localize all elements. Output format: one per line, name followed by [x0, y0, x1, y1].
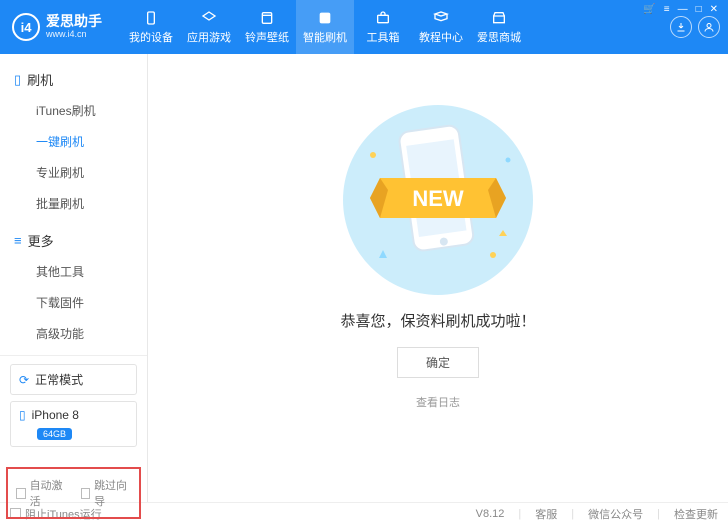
options-highlight: 自动激活 跳过向导 — [6, 467, 141, 519]
auto-activate-checkbox[interactable]: 自动激活 — [16, 477, 67, 509]
ok-button[interactable]: 确定 — [397, 347, 479, 378]
app-logo: i4 爱思助手 www.i4.cn — [12, 13, 102, 41]
view-log-link[interactable]: 查看日志 — [416, 394, 460, 410]
separator: | — [657, 508, 660, 520]
flash-icon — [317, 10, 333, 26]
success-illustration: NEW — [338, 100, 538, 300]
group-title: 刷机 — [27, 70, 53, 89]
download-button[interactable] — [670, 16, 692, 38]
nav-label: 工具箱 — [367, 29, 400, 45]
sidebar-item-firmware[interactable]: 下载固件 — [0, 287, 147, 318]
user-icon — [703, 21, 715, 33]
checkbox-label: 跳过向导 — [94, 477, 131, 509]
storage-badge: 64GB — [37, 428, 72, 440]
checkbox-icon — [16, 488, 26, 499]
logo-badge: i4 — [12, 13, 40, 41]
group-title: 更多 — [28, 231, 54, 250]
checkbox-label: 自动激活 — [30, 477, 67, 509]
refresh-icon: ⟳ — [19, 373, 29, 387]
success-message: 恭喜您，保资料刷机成功啦！ — [340, 310, 535, 331]
nav-my-device[interactable]: 我的设备 — [122, 0, 180, 54]
sidebar-item-oneclick[interactable]: 一键刷机 — [0, 126, 147, 157]
book-icon — [433, 10, 449, 26]
music-icon — [259, 10, 275, 26]
store-icon — [491, 10, 507, 26]
nav-label: 应用游戏 — [187, 29, 231, 45]
device-name: iPhone 8 — [32, 408, 79, 422]
phone-icon — [143, 10, 159, 26]
version-label: V8.12 — [476, 508, 505, 520]
phone-icon: ▯ — [19, 408, 26, 422]
top-nav: 我的设备 应用游戏 铃声壁纸 智能刷机 工具箱 教程中心 爱思商城 — [122, 0, 662, 54]
new-text: NEW — [412, 186, 464, 211]
nav-tutorial[interactable]: 教程中心 — [412, 0, 470, 54]
phone-icon: ▯ — [14, 72, 21, 88]
sidebar: ▯ 刷机 iTunes刷机 一键刷机 专业刷机 批量刷机 ≡ 更多 其他工具 下… — [0, 54, 148, 502]
mode-label: 正常模式 — [35, 371, 83, 388]
device-mode[interactable]: ⟳ 正常模式 — [10, 364, 137, 395]
sidebar-item-itunes[interactable]: iTunes刷机 — [0, 95, 147, 126]
list-icon: ≡ — [14, 233, 22, 248]
menu-icon[interactable]: ≡ — [664, 4, 670, 15]
nav-apps[interactable]: 应用游戏 — [180, 0, 238, 54]
skip-wizard-checkbox[interactable]: 跳过向导 — [81, 477, 132, 509]
user-button[interactable] — [698, 16, 720, 38]
wechat-link[interactable]: 微信公众号 — [588, 506, 643, 522]
checkbox-icon — [81, 488, 91, 499]
device-info[interactable]: ▯ iPhone 8 64GB — [10, 401, 137, 447]
separator: | — [518, 508, 521, 520]
sidebar-item-other[interactable]: 其他工具 — [0, 256, 147, 287]
minimize-icon[interactable]: — — [678, 4, 688, 15]
logo-title: 爱思助手 — [46, 14, 102, 29]
nav-toolbox[interactable]: 工具箱 — [354, 0, 412, 54]
customer-service-link[interactable]: 客服 — [535, 506, 557, 522]
nav-store[interactable]: 爱思商城 — [470, 0, 528, 54]
nav-label: 教程中心 — [419, 29, 463, 45]
sidebar-item-advanced[interactable]: 高级功能 — [0, 318, 147, 349]
toolbox-icon — [375, 10, 391, 26]
nav-label: 爱思商城 — [477, 29, 521, 45]
separator: | — [571, 508, 574, 520]
close-icon[interactable]: ✕ — [710, 4, 718, 15]
download-icon — [675, 21, 687, 33]
nav-label: 智能刷机 — [303, 29, 347, 45]
nav-ringtone[interactable]: 铃声壁纸 — [238, 0, 296, 54]
nav-flash[interactable]: 智能刷机 — [296, 0, 354, 54]
nav-label: 我的设备 — [129, 29, 173, 45]
sidebar-item-batch[interactable]: 批量刷机 — [0, 188, 147, 219]
app-icon — [201, 10, 217, 26]
sidebar-group-flash[interactable]: ▯ 刷机 — [0, 64, 147, 95]
sidebar-group-more[interactable]: ≡ 更多 — [0, 225, 147, 256]
sidebar-item-pro[interactable]: 专业刷机 — [0, 157, 147, 188]
maximize-icon[interactable]: □ — [696, 4, 702, 15]
main-content: NEW 恭喜您，保资料刷机成功啦！ 确定 查看日志 — [148, 54, 728, 502]
cart-icon[interactable]: 🛒 — [643, 4, 655, 15]
logo-url: www.i4.cn — [46, 30, 102, 40]
check-update-link[interactable]: 检查更新 — [674, 506, 718, 522]
nav-label: 铃声壁纸 — [245, 29, 289, 45]
